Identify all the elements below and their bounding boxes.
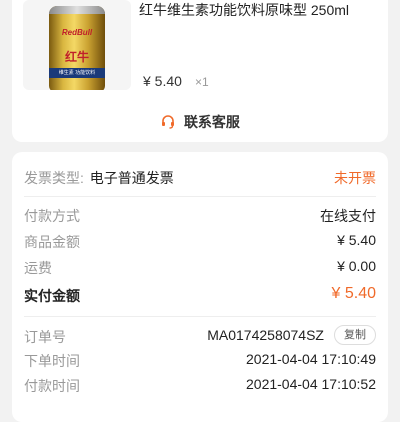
order-info-card: 发票类型: 电子普通发票 未开票 付款方式 在线支付 商品金额 ¥ 5.40 运… xyxy=(12,152,388,422)
product-card: RedBull 红牛 维生素 功能饮料 红牛维生素功能饮料原味型 250ml ¥… xyxy=(12,0,388,142)
pay-time-row: 付款时间 2021-04-04 17:10:52 xyxy=(24,376,376,396)
invoice-row[interactable]: 发票类型: 电子普通发票 未开票 xyxy=(24,168,376,188)
total-paid-row: 实付金额 ¥ 5.40 xyxy=(24,285,376,306)
shipping-row: 运费 ¥ 0.00 xyxy=(24,258,376,278)
order-number-value: MA0174258074SZ xyxy=(207,327,324,343)
pay-time-value: 2021-04-04 17:10:52 xyxy=(246,376,376,392)
invoice-type-label: 发票类型: xyxy=(24,170,84,186)
pay-time-label: 付款时间 xyxy=(24,378,80,394)
order-time-label: 下单时间 xyxy=(24,353,80,369)
divider xyxy=(24,196,376,197)
goods-amount-value: ¥ 5.40 xyxy=(337,232,376,248)
invoice-type-value: 电子普通发票 xyxy=(89,170,174,186)
total-paid-label: 实付金额 xyxy=(24,288,80,304)
goods-amount-label: 商品金额 xyxy=(24,234,80,250)
payment-method-label: 付款方式 xyxy=(24,208,80,224)
can-logo-text: RedBull xyxy=(61,28,93,37)
contact-service-label: 联系客服 xyxy=(183,114,240,130)
red-bull-can-image: RedBull 红牛 维生素 功能饮料 xyxy=(49,6,105,90)
can-name-text: 红牛 xyxy=(64,50,89,64)
product-title[interactable]: 红牛维生素功能饮料原味型 250ml xyxy=(139,0,349,20)
payment-method-row: 付款方式 在线支付 xyxy=(24,206,376,226)
order-time-row: 下单时间 2021-04-04 17:10:49 xyxy=(24,351,376,371)
product-quantity: ×1 xyxy=(195,75,209,89)
product-image[interactable]: RedBull 红牛 维生素 功能饮料 xyxy=(23,0,131,90)
shipping-value: ¥ 0.00 xyxy=(337,258,376,274)
order-number-row: 订单号 MA0174258074SZ 复制 xyxy=(24,325,376,347)
product-price: ¥ 5.40 xyxy=(143,73,182,89)
can-band-text: 维生素 功能饮料 xyxy=(49,68,105,78)
payment-method-value: 在线支付 xyxy=(320,208,376,224)
total-paid-value: ¥ 5.40 xyxy=(331,285,376,302)
invoice-status[interactable]: 未开票 xyxy=(334,168,376,188)
contact-service-button[interactable]: 联系客服 xyxy=(12,112,388,133)
customer-service-icon xyxy=(160,114,176,133)
goods-amount-row: 商品金额 ¥ 5.40 xyxy=(24,232,376,252)
order-time-value: 2021-04-04 17:10:49 xyxy=(246,351,376,367)
order-number-label: 订单号 xyxy=(24,329,66,345)
copy-button[interactable]: 复制 xyxy=(334,325,376,345)
divider xyxy=(24,316,376,317)
shipping-label: 运费 xyxy=(24,260,52,276)
